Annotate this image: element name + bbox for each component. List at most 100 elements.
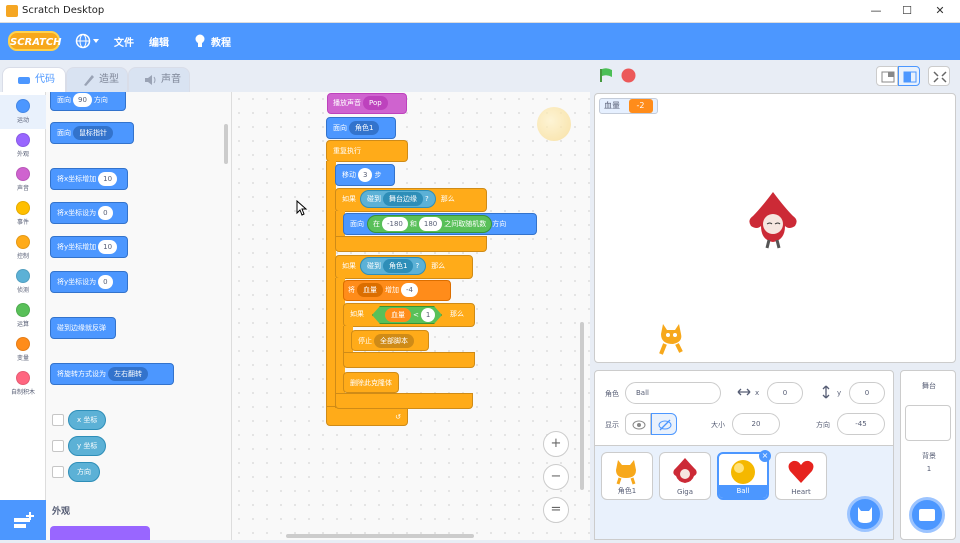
globe-icon [75, 33, 99, 49]
sprite-thumb-selected[interactable]: Ball × [717, 450, 771, 500]
block-if-health-less[interactable]: 如果 血量 <1 那么 [343, 303, 475, 327]
backdrop-thumbnail[interactable] [905, 405, 951, 441]
tab-code-label: 代码 [35, 74, 55, 85]
palette-block-bounce[interactable]: 碰到边缘就反弹 [50, 317, 116, 339]
zoom-out-button[interactable]: − [543, 464, 569, 490]
variables-dot-icon [16, 337, 30, 351]
palette-block-change-y[interactable]: 将y坐标增加 10 [50, 236, 128, 258]
fullscreen-button[interactable] [928, 66, 950, 86]
checkbox-direction[interactable] [52, 466, 64, 478]
tab-costumes[interactable]: 造型 [66, 67, 128, 93]
delete-sprite-icon[interactable]: × [759, 450, 771, 462]
block-move-steps[interactable]: 移动 3 步 [335, 164, 395, 186]
giga-sprite[interactable] [745, 190, 801, 252]
category-label: 声音 [16, 185, 29, 192]
size-input[interactable]: 20 [732, 413, 780, 435]
zoom-reset-button[interactable]: = [543, 497, 569, 523]
block-delete-clone[interactable]: 删除此克隆体 [343, 372, 399, 393]
minimize-button[interactable]: — [868, 3, 884, 19]
close-window-button[interactable]: ✕ [932, 3, 948, 19]
sensing-dot-icon [16, 269, 30, 283]
file-menu[interactable]: 文件 [114, 34, 134, 49]
reporter-x-position[interactable]: x 坐标 [68, 410, 107, 430]
brush-icon [84, 75, 94, 86]
sensing-touching-sprite[interactable]: 碰到 角色1? [360, 257, 427, 275]
block-play-sound[interactable]: 播放声音 Pop [327, 93, 407, 114]
sprite-name-input[interactable]: Ball [625, 382, 721, 404]
stage-canvas[interactable]: 血量 -2 [594, 93, 956, 363]
normal-stage-button[interactable] [898, 66, 920, 86]
reporter-direction[interactable]: 方向 [68, 462, 100, 482]
stage-header [590, 60, 960, 92]
sensing-touching-edge[interactable]: 碰到 舞台边缘? [360, 190, 436, 208]
category-label: 变量 [16, 355, 29, 362]
hide-sprite-button[interactable] [651, 413, 677, 435]
looks-section-header: 外观 [52, 507, 71, 517]
choose-backdrop-button[interactable] [909, 497, 945, 533]
cat-add-icon [858, 507, 872, 523]
category-control[interactable]: 控制 [0, 231, 46, 265]
category-events[interactable]: 事件 [0, 197, 46, 231]
checkbox-x-position[interactable] [52, 414, 64, 426]
category-sensing[interactable]: 侦测 [0, 265, 46, 299]
y-input[interactable]: 0 [849, 382, 885, 404]
choose-sprite-button[interactable] [847, 496, 883, 532]
workspace-vscroll[interactable] [580, 322, 584, 490]
tab-sounds[interactable]: 声音 [128, 67, 190, 93]
maximize-button[interactable]: ☐ [899, 3, 915, 19]
green-flag-icon[interactable] [598, 67, 614, 83]
menu-bar: SCRATCH 文件 编辑 教程 [0, 23, 960, 60]
category-myblocks[interactable]: 自制积木 [0, 367, 46, 401]
heart-thumb-icon [788, 460, 814, 483]
block-if-touching-sprite[interactable]: 如果 碰到 角色1? 那么 [335, 255, 473, 279]
stage-target-pane[interactable]: 舞台 背景 1 [900, 370, 956, 540]
category-looks[interactable]: 外观 [0, 129, 46, 163]
small-stage-button[interactable] [876, 66, 898, 86]
checkbox-y-position[interactable] [52, 440, 64, 452]
sprite-thumb[interactable]: 角色1 [601, 452, 653, 500]
x-input[interactable]: 0 [767, 382, 803, 404]
category-variables[interactable]: 变量 [0, 333, 46, 367]
zoom-in-button[interactable]: + [543, 431, 569, 457]
if1-footer [335, 236, 487, 252]
tab-code[interactable]: 代码 [2, 67, 66, 93]
small-stage-icon [881, 71, 895, 83]
palette-block-set-y[interactable]: 将y坐标设为 0 [50, 271, 128, 293]
palette-block-point-towards[interactable]: 面向 鼠标指针 [50, 122, 134, 144]
operator-less-than[interactable]: 血量 <1 [372, 306, 442, 324]
palette-block-looks-partial[interactable] [50, 526, 150, 540]
cat-sprite[interactable] [655, 320, 687, 356]
palette-block-change-x[interactable]: 将x坐标增加 10 [50, 168, 128, 190]
code-workspace[interactable]: 播放声音 Pop 面向 角色1 重复执行 ↺ 移动 3 步 如果 碰到 舞台边缘? 那么 面向… [232, 92, 590, 540]
sprite-thumb[interactable]: Giga [659, 452, 711, 500]
language-menu[interactable] [75, 33, 101, 49]
scratch-logo[interactable]: SCRATCH [8, 31, 62, 51]
block-if-touching-edge[interactable]: 如果 碰到 舞台边缘? 那么 [335, 188, 487, 212]
stop-icon[interactable] [621, 68, 636, 83]
sprite-thumb[interactable]: Heart [775, 452, 827, 500]
speaker-icon [145, 75, 156, 85]
block-point-towards[interactable]: 面向 角色1 [326, 117, 396, 139]
reporter-y-position[interactable]: y 坐标 [68, 436, 107, 456]
category-operators[interactable]: 运算 [0, 299, 46, 333]
category-label: 事件 [16, 219, 29, 226]
category-label: 外观 [16, 151, 29, 158]
palette-scrollbar[interactable] [224, 124, 228, 164]
show-sprite-button[interactable] [625, 413, 651, 435]
block-point-random-direction[interactable]: 面向在 -180 和 180 之间取随机数 方向 [343, 213, 537, 235]
operator-random[interactable]: 在 -180 和 180 之间取随机数 [367, 215, 493, 233]
add-extension-button[interactable] [0, 500, 46, 540]
palette-block-set-x[interactable]: 将x坐标设为 0 [50, 202, 128, 224]
lightbulb-icon [195, 34, 205, 47]
direction-input[interactable]: -45 [837, 413, 885, 435]
tutorials-menu[interactable]: 教程 [193, 32, 233, 50]
palette-block-point-direction[interactable]: 面向 90 方向 [50, 92, 126, 111]
palette-block-rotation-style[interactable]: 将旋转方式设为 左右翻转 [50, 363, 174, 385]
edit-menu[interactable]: 编辑 [149, 34, 169, 49]
block-forever[interactable]: 重复执行 [326, 140, 408, 162]
block-change-variable[interactable]: 将血量 增加 -4 [343, 280, 451, 301]
category-sound[interactable]: 声音 [0, 163, 46, 197]
category-motion[interactable]: 运动 [0, 95, 46, 129]
workspace-hscroll[interactable] [286, 534, 474, 538]
block-stop-all[interactable]: 停止 全部脚本 [351, 330, 429, 351]
